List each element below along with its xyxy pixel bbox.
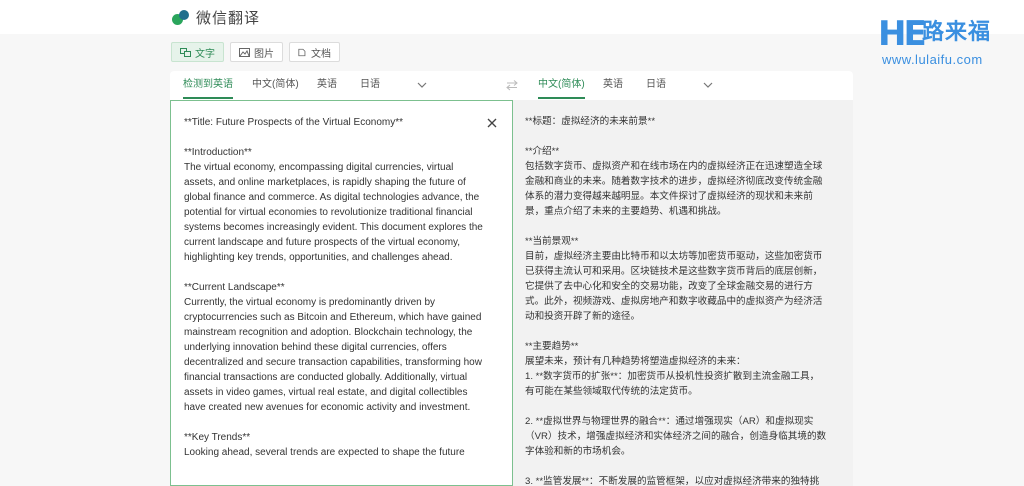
target-lang-option-chinese[interactable]: 中文(简体)	[538, 71, 585, 99]
translated-text: **标题：虚拟经济的未来前景** **介绍** 包括数字货币、虚拟资产和在线市场…	[525, 116, 827, 486]
source-text[interactable]: **Title: Future Prospects of the Virtual…	[184, 115, 484, 460]
source-lang-option-japanese[interactable]: 日语	[360, 71, 380, 99]
text-translate-icon	[180, 47, 191, 57]
source-text-area[interactable]: **Title: Future Prospects of the Virtual…	[170, 100, 513, 486]
target-lang-chevron-down-icon[interactable]	[703, 80, 713, 90]
document-icon	[298, 48, 306, 56]
mode-switcher: 文字 图片 文档	[171, 42, 340, 62]
image-icon	[239, 47, 250, 57]
wechat-translate-logo-icon	[172, 9, 190, 27]
source-lang-option-chinese[interactable]: 中文(简体)	[252, 71, 299, 99]
swap-arrows-icon[interactable]	[506, 79, 518, 91]
translation-panel: 检测到英语 中文(简体) 英语 日语 中文(简体) 英语 日语 **Title:…	[170, 71, 853, 486]
mode-text-button[interactable]: 文字	[171, 42, 224, 62]
translation-result-area: **标题：虚拟经济的未来前景** **介绍** 包括数字货币、虚拟资产和在线市场…	[513, 100, 853, 486]
source-lang-chevron-down-icon[interactable]	[417, 80, 427, 90]
mode-image-button[interactable]: 图片	[230, 42, 283, 62]
watermark-url: www.lulaifu.com	[882, 52, 983, 67]
clear-text-close-icon[interactable]	[487, 118, 497, 128]
source-lang-option-english[interactable]: 英语	[317, 71, 337, 99]
top-bar: 微信翻译	[0, 0, 1024, 34]
language-bar: 检测到英语 中文(简体) 英语 日语 中文(简体) 英语 日语	[170, 71, 853, 99]
source-lang-detected[interactable]: 检测到英语	[183, 71, 233, 99]
mode-text-label: 文字	[195, 48, 215, 60]
brand[interactable]: 微信翻译	[172, 7, 260, 28]
mode-document-button[interactable]: 文档	[289, 42, 340, 62]
mode-image-label: 图片	[254, 48, 274, 60]
target-lang-option-english[interactable]: 英语	[603, 71, 623, 99]
watermark-name: 路来福	[922, 19, 992, 44]
mode-document-label: 文档	[311, 48, 331, 60]
watermark-logo: HE 路来福 www.lulaifu.com	[878, 16, 1006, 68]
watermark-he: HE	[878, 14, 927, 54]
app-name: 微信翻译	[196, 10, 261, 27]
target-lang-option-japanese[interactable]: 日语	[646, 71, 666, 99]
